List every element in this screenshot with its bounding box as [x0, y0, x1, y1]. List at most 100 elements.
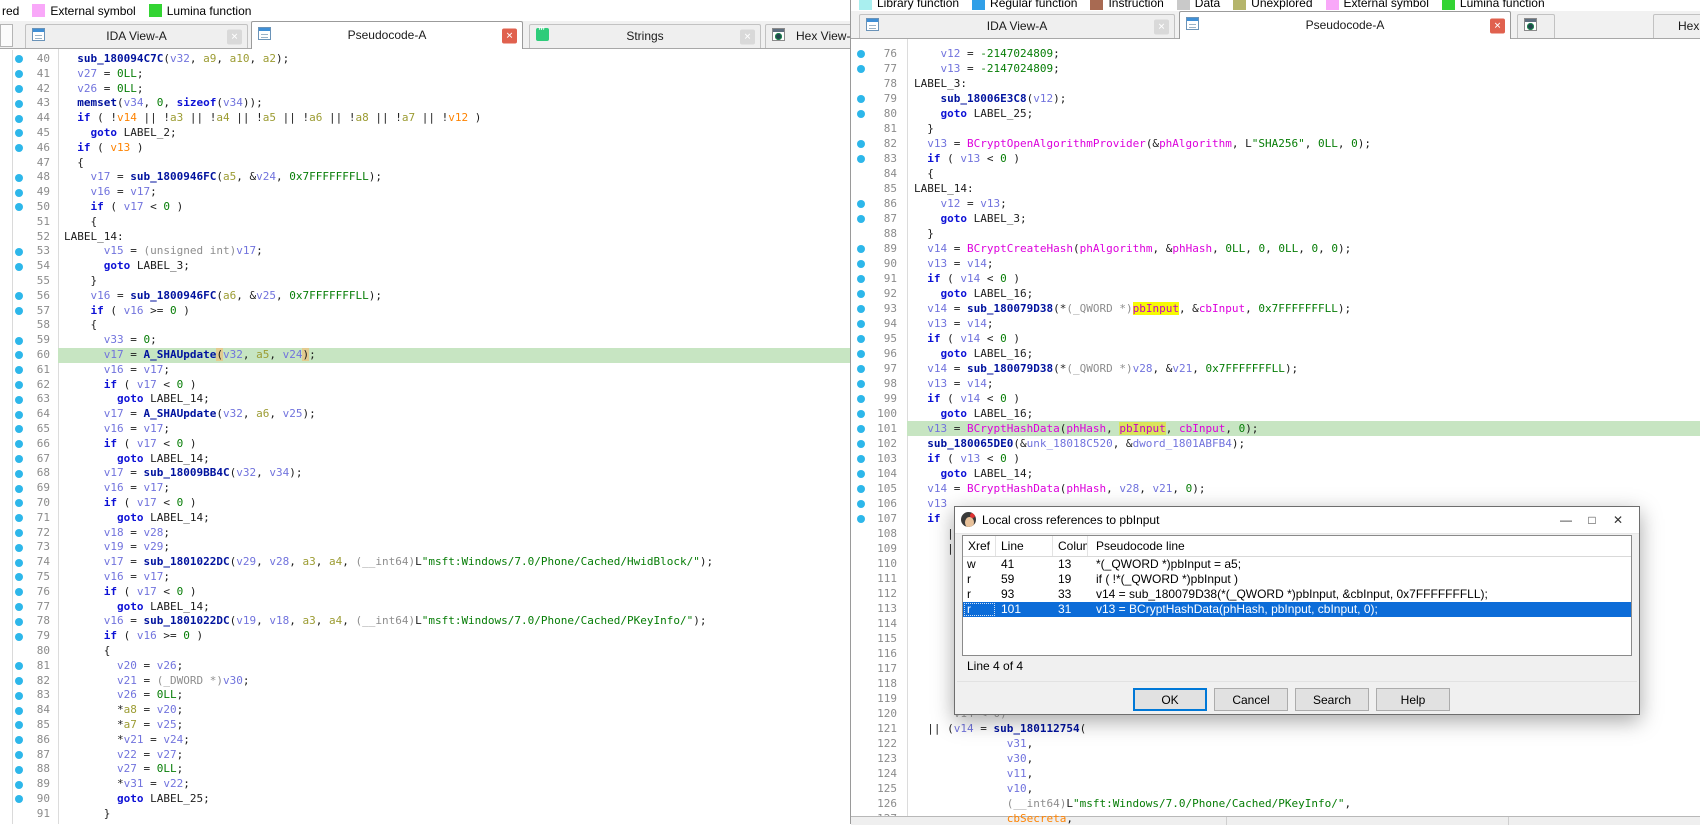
line-number: 82	[0, 674, 50, 689]
code-text: v14 = sub_180079D38(*(_QWORD *)v28, &v21…	[914, 361, 1298, 376]
code-line[interactable]: 101 v13 = BCryptHashData(phHash, pbInput…	[851, 421, 1700, 436]
line-number: 70	[0, 496, 50, 511]
column-header-pseudocode-line[interactable]: Pseudocode line	[1088, 536, 1632, 556]
tab-close-icon[interactable]: ✕	[1154, 19, 1169, 34]
xref-row[interactable]: r5919if ( !*(_QWORD *)pbInput )	[963, 572, 1631, 587]
maximize-icon[interactable]: □	[1579, 507, 1605, 533]
code-line[interactable]: 123 v30,	[851, 751, 1700, 766]
tab-label: Pseudocode-A	[274, 22, 500, 49]
tab-close-icon[interactable]: ✕	[227, 29, 242, 44]
legend-item: External symbol	[1326, 0, 1429, 10]
code-line[interactable]: 93 v14 = sub_180079D38(*(_QWORD *)pbInpu…	[851, 301, 1700, 316]
code-line[interactable]: 84 {	[851, 166, 1700, 181]
xref-row[interactable]: w4113*(_QWORD *)pbInput = a5;	[963, 557, 1631, 572]
code-line[interactable]: 81 }	[851, 121, 1700, 136]
line-number: 87	[0, 748, 50, 763]
code-line[interactable]: 97 v14 = sub_180079D38(*(_QWORD *)v28, &…	[851, 361, 1700, 376]
cancel-button[interactable]: Cancel	[1214, 688, 1288, 711]
dialog-titlebar[interactable]: Local cross references to pbInput —□✕	[955, 507, 1639, 534]
tab-strings[interactable]: Strings✕	[529, 24, 761, 48]
code-text: LABEL_14:	[64, 230, 124, 245]
code-line[interactable]: 104 goto LABEL_14;	[851, 466, 1700, 481]
line-number: 50	[0, 200, 50, 215]
column-header-line[interactable]: Line	[996, 536, 1053, 556]
code-line[interactable]: 77 v13 = -2147024809;	[851, 61, 1700, 76]
code-line[interactable]: 79 sub_18006E3C8(v12);	[851, 91, 1700, 106]
code-line[interactable]: 80 goto LABEL_25;	[851, 106, 1700, 121]
code-text: if ( !v14 || !a3 || !a4 || !a5 || !a6 ||…	[64, 111, 481, 126]
ok-button[interactable]: OK	[1133, 688, 1207, 711]
code-line[interactable]: 91 if ( v14 < 0 )	[851, 271, 1700, 286]
tab-pseudocode-a[interactable]: Pseudocode-A✕	[1179, 11, 1511, 39]
tab-ida-view-a[interactable]: IDA View-A✕	[859, 14, 1175, 38]
tab-pseudocode-a[interactable]: Pseudocode-A✕	[251, 21, 523, 49]
code-line[interactable]: 100 goto LABEL_16;	[851, 406, 1700, 421]
minimize-icon[interactable]: —	[1553, 507, 1579, 533]
line-number: 95	[851, 331, 897, 346]
tab-close-icon[interactable]: ✕	[740, 29, 755, 44]
line-number: 58	[0, 318, 50, 333]
code-text: goto LABEL_2;	[64, 126, 177, 141]
legend-label: Instruction	[1108, 0, 1163, 10]
line-number: 85	[851, 181, 897, 196]
code-line[interactable]: 102 sub_180065DE0(&unk_18018C520, &dword…	[851, 436, 1700, 451]
code-line[interactable]: 103 if ( v13 < 0 )	[851, 451, 1700, 466]
code-line[interactable]: 89 v14 = BCryptCreateHash(phAlgorithm, &…	[851, 241, 1700, 256]
code-line[interactable]: 126 (__int64)L"msft:Windows/7.0/Phone/Ca…	[851, 796, 1700, 811]
column-header-xref[interactable]: Xref	[963, 536, 996, 556]
xref-cell: 33	[1053, 587, 1088, 602]
line-number: 69	[0, 481, 50, 496]
tab-ida-view-a[interactable]: IDA View-A✕	[25, 24, 248, 48]
line-number: 63	[0, 392, 50, 407]
code-text: if ( v14 < 0 )	[914, 271, 1020, 286]
tab-close-icon[interactable]: ✕	[502, 28, 517, 43]
code-text: goto LABEL_14;	[64, 392, 210, 407]
help-button[interactable]: Help	[1376, 688, 1450, 711]
code-text: v22 = v27;	[64, 748, 183, 763]
tab-label: IDA View-A	[882, 15, 1152, 38]
code-line[interactable]: 96 goto LABEL_16;	[851, 346, 1700, 361]
code-line[interactable]: 83 if ( v13 < 0 )	[851, 151, 1700, 166]
code-line[interactable]: 124 v11,	[851, 766, 1700, 781]
code-line[interactable]: 122 v31,	[851, 736, 1700, 751]
code-line[interactable]: 90 v13 = v14;	[851, 256, 1700, 271]
line-number: 86	[0, 733, 50, 748]
code-line[interactable]: 94 v13 = v14;	[851, 316, 1700, 331]
close-icon[interactable]: ✕	[1605, 507, 1631, 533]
code-text: v14 = BCryptCreateHash(phAlgorithm, &phH…	[914, 241, 1351, 256]
code-line[interactable]: 87 goto LABEL_3;	[851, 211, 1700, 226]
code-line[interactable]: 92 goto LABEL_16;	[851, 286, 1700, 301]
code-line[interactable]: 121 || (v14 = sub_180112754(	[851, 721, 1700, 736]
line-number: 96	[851, 346, 897, 361]
tab-close-icon[interactable]: ✕	[1490, 18, 1505, 33]
xref-row[interactable]: r9333v14 = sub_180079D38(*(_QWORD *)pbIn…	[963, 587, 1631, 602]
code-line[interactable]: 105 v14 = BCryptHashData(phHash, v28, v2…	[851, 481, 1700, 496]
code-text: v19 = v29;	[64, 540, 170, 555]
xref-cell: r	[963, 602, 996, 617]
xref-row[interactable]: r10131v13 = BCryptHashData(phHash, pbInp…	[963, 602, 1631, 617]
code-line[interactable]: 78LABEL_3:	[851, 76, 1700, 91]
code-text: if	[914, 511, 941, 526]
code-line[interactable]: 86 v12 = v13;	[851, 196, 1700, 211]
tab-icon[interactable]	[1517, 14, 1555, 38]
code-line[interactable]: 82 v13 = BCryptOpenAlgorithmProvider(&ph…	[851, 136, 1700, 151]
search-button[interactable]: Search	[1295, 688, 1369, 711]
code-line[interactable]: 99 if ( v14 < 0 )	[851, 391, 1700, 406]
code-line[interactable]: 125 v10,	[851, 781, 1700, 796]
tab-label: Strings	[552, 25, 738, 48]
column-header-column[interactable]: Column	[1053, 536, 1088, 556]
line-number: 81	[851, 121, 897, 136]
line-number: 67	[0, 452, 50, 467]
line-number: 51	[0, 215, 50, 230]
code-line[interactable]: 88 }	[851, 226, 1700, 241]
dialog-separator	[957, 681, 1637, 682]
code-line[interactable]: 98 v13 = v14;	[851, 376, 1700, 391]
code-line[interactable]: 95 if ( v14 < 0 )	[851, 331, 1700, 346]
xref-cell: *(_QWORD *)pbInput = a5;	[1088, 557, 1631, 572]
code-line[interactable]: 85LABEL_14:	[851, 181, 1700, 196]
line-number: 72	[0, 526, 50, 541]
code-text: {	[64, 318, 97, 333]
code-line[interactable]: 76 v12 = -2147024809;	[851, 46, 1700, 61]
legend-label: External symbol	[1344, 0, 1429, 10]
tab-hex[interactable]: Hex	[1653, 14, 1700, 38]
